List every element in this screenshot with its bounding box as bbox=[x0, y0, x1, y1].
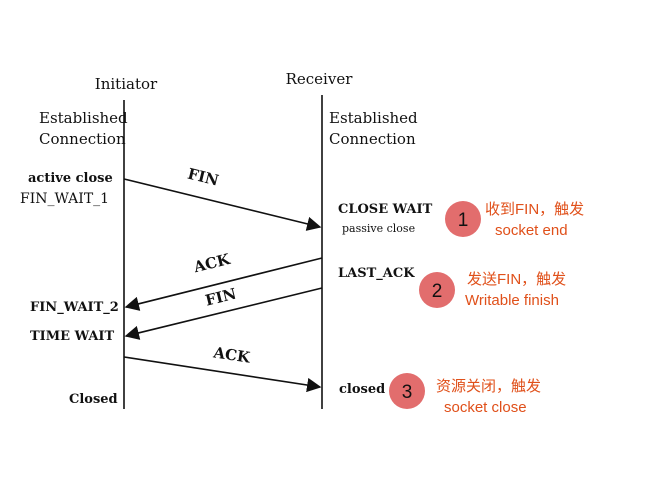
state-receiver-closed: closed bbox=[339, 382, 385, 397]
state-fin-wait-2: FIN_WAIT_2 bbox=[30, 300, 119, 315]
annotation-text-3b: socket close bbox=[444, 399, 527, 416]
tcp-close-sequence-diagram: Initiator Receiver Established Connectio… bbox=[20, 70, 584, 416]
annotation-number-3: 3 bbox=[402, 382, 413, 403]
annotation-text-1b: socket end bbox=[495, 222, 568, 239]
fin-arrow-1 bbox=[123, 178, 322, 231]
receiver-label: Receiver bbox=[286, 70, 354, 88]
receiver-established-line2: Connection bbox=[329, 130, 416, 148]
receiver-established-line1: Established bbox=[329, 109, 418, 127]
state-fin-wait-1: FIN_WAIT_1 bbox=[20, 191, 109, 207]
initiator-label: Initiator bbox=[95, 75, 158, 93]
annotation-text-2b: Writable finish bbox=[465, 292, 559, 309]
ack-label-1: ACK bbox=[191, 250, 233, 277]
state-time-wait: TIME WAIT bbox=[30, 329, 115, 344]
annotation-number-2: 2 bbox=[432, 281, 443, 302]
initiator-established-line1: Established bbox=[39, 109, 128, 127]
annotation-text-3a: 资源关闭，触发 bbox=[436, 378, 541, 395]
ack-label-2: ACK bbox=[211, 343, 252, 367]
annotation-number-1: 1 bbox=[458, 210, 469, 231]
state-passive-close: passive close bbox=[342, 222, 415, 235]
annotation-text-2a: 发送FIN，触发 bbox=[467, 271, 566, 288]
initiator-established-line2: Connection bbox=[39, 130, 126, 148]
fin-label-1: FIN bbox=[186, 165, 221, 190]
fin-label-2: FIN bbox=[203, 285, 238, 310]
state-initiator-closed: Closed bbox=[69, 392, 118, 407]
state-active-close: active close bbox=[28, 171, 113, 186]
state-close-wait: CLOSE WAIT bbox=[338, 202, 433, 217]
state-last-ack: LAST_ACK bbox=[338, 266, 415, 281]
annotation-text-1a: 收到FIN，触发 bbox=[485, 201, 584, 218]
